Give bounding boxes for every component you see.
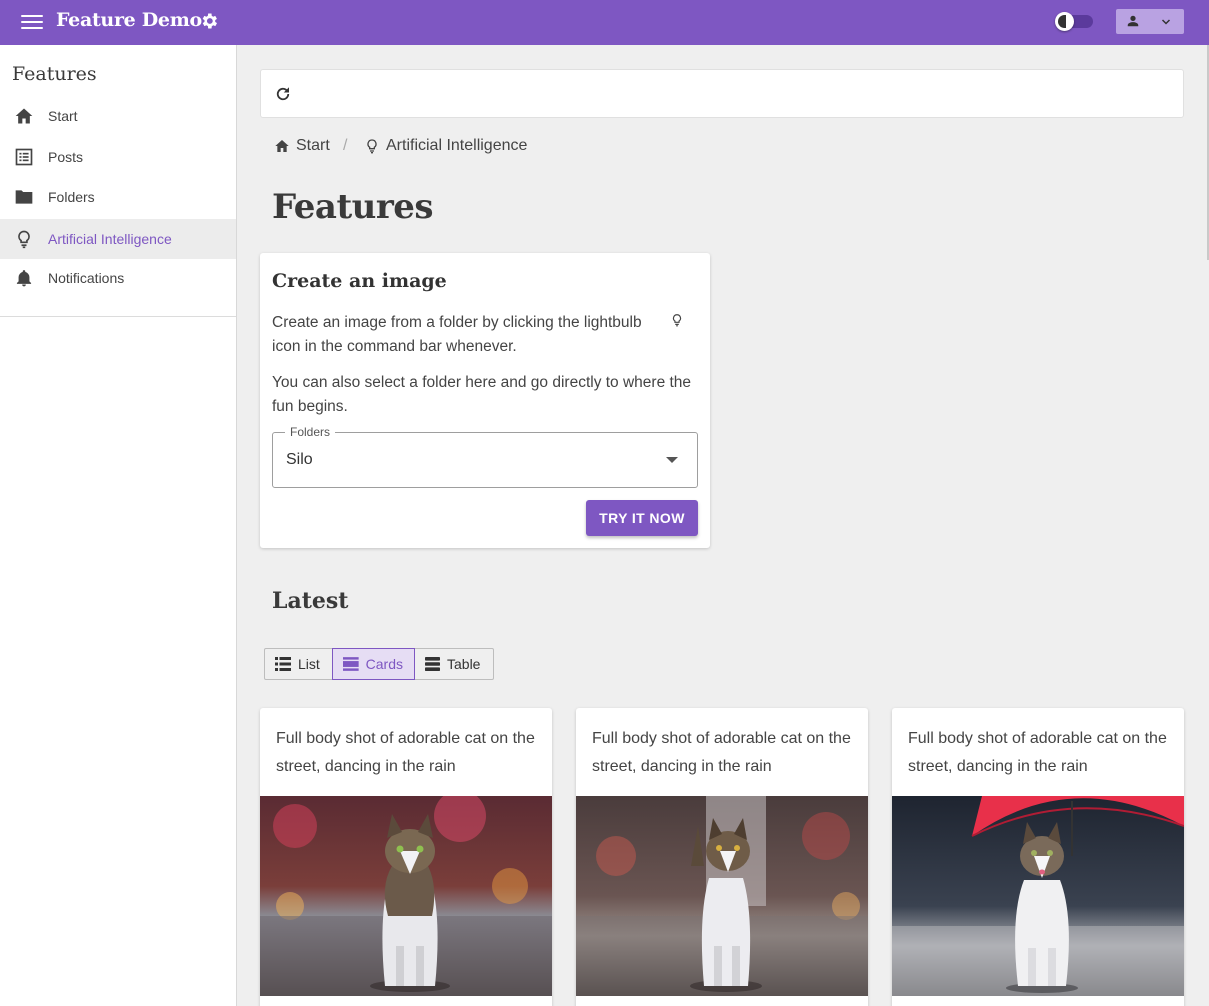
folder-select-value: Silo [286,451,313,468]
folder-select[interactable]: Folders Silo [272,425,698,488]
breadcrumb-label: Start [296,137,330,154]
list-icon [275,657,291,671]
cat-image [892,796,1184,996]
image-caption: Full body shot of adorable cat on the st… [908,730,1167,775]
cards-icon [343,657,359,671]
bell-icon [16,270,32,287]
theme-toggle[interactable] [1055,11,1093,31]
app-bar: Feature Demo [0,0,1209,45]
sidebar-item-label: Folders [48,189,95,205]
sidebar-heading: Features [12,63,97,85]
folder-select-label: Folders [285,425,336,439]
image-caption: Full body shot of adorable cat on the st… [276,730,535,775]
view-mode-toggle: List Cards Table [264,648,494,680]
image-card[interactable]: Full body shot of adorable cat on the st… [892,708,1184,1006]
breadcrumb-item-artificial-intelligence[interactable]: Artificial Intelligence [364,137,527,155]
list-alt-icon [15,148,33,166]
refresh-icon[interactable] [274,85,292,103]
view-list-button[interactable]: List [264,648,333,680]
create-image-card: Create an image Create an image from a f… [260,253,710,548]
page-title: Features [272,187,434,227]
sidebar-item-label: Start [48,108,78,124]
app-title: Feature Demo [56,9,202,31]
image-card[interactable]: Full body shot of adorable cat on the st… [260,708,552,1006]
moon-icon [1055,12,1074,31]
sidebar-item-start[interactable]: Start [0,96,236,136]
sidebar: Features Start Posts Folders Artificial … [0,45,237,1006]
lightbulb-icon [672,314,682,327]
sidebar-item-notifications[interactable]: Notifications [0,258,236,298]
menu-icon[interactable] [21,12,43,32]
sidebar-item-folders[interactable]: Folders [0,177,236,217]
sidebar-divider [0,316,236,317]
chevron-down-icon [1161,19,1171,25]
try-it-now-button[interactable]: TRY IT NOW [586,500,698,536]
cat-image [576,796,868,996]
table-icon [425,657,440,671]
person-icon [1127,15,1139,27]
home-icon [15,108,33,124]
view-table-button[interactable]: Table [414,648,494,680]
gear-icon[interactable] [199,11,219,31]
dropdown-arrow-icon [666,457,678,463]
image-card[interactable]: Full body shot of adorable cat on the st… [576,708,868,1006]
sidebar-item-artificial-intelligence[interactable]: Artificial Intelligence [0,219,236,259]
card-title: Create an image [272,270,447,292]
sidebar-item-posts[interactable]: Posts [0,137,236,177]
card-description: Create an image from a folder by clickin… [272,314,642,355]
home-icon [275,140,289,152]
view-cards-button[interactable]: Cards [332,648,415,680]
breadcrumb-item-start[interactable]: Start [274,137,330,155]
cat-image [260,796,552,996]
view-option-label: Cards [365,656,403,672]
breadcrumb-separator: / [343,137,348,154]
view-option-label: Table [447,656,481,672]
card-hint: You can also select a folder here and go… [272,374,692,415]
sidebar-item-label: Notifications [48,270,125,286]
breadcrumb-label: Artificial Intelligence [386,137,528,154]
command-bar [260,69,1184,118]
sidebar-item-label: Posts [48,149,84,165]
view-option-label: List [298,656,320,672]
lightbulb-icon [18,230,30,249]
image-caption: Full body shot of adorable cat on the st… [592,730,851,775]
lightbulb-icon [367,139,377,154]
folder-icon [15,190,33,204]
latest-heading: Latest [272,588,349,614]
user-menu-button[interactable] [1116,9,1184,34]
sidebar-item-label: Artificial Intelligence [48,231,172,247]
